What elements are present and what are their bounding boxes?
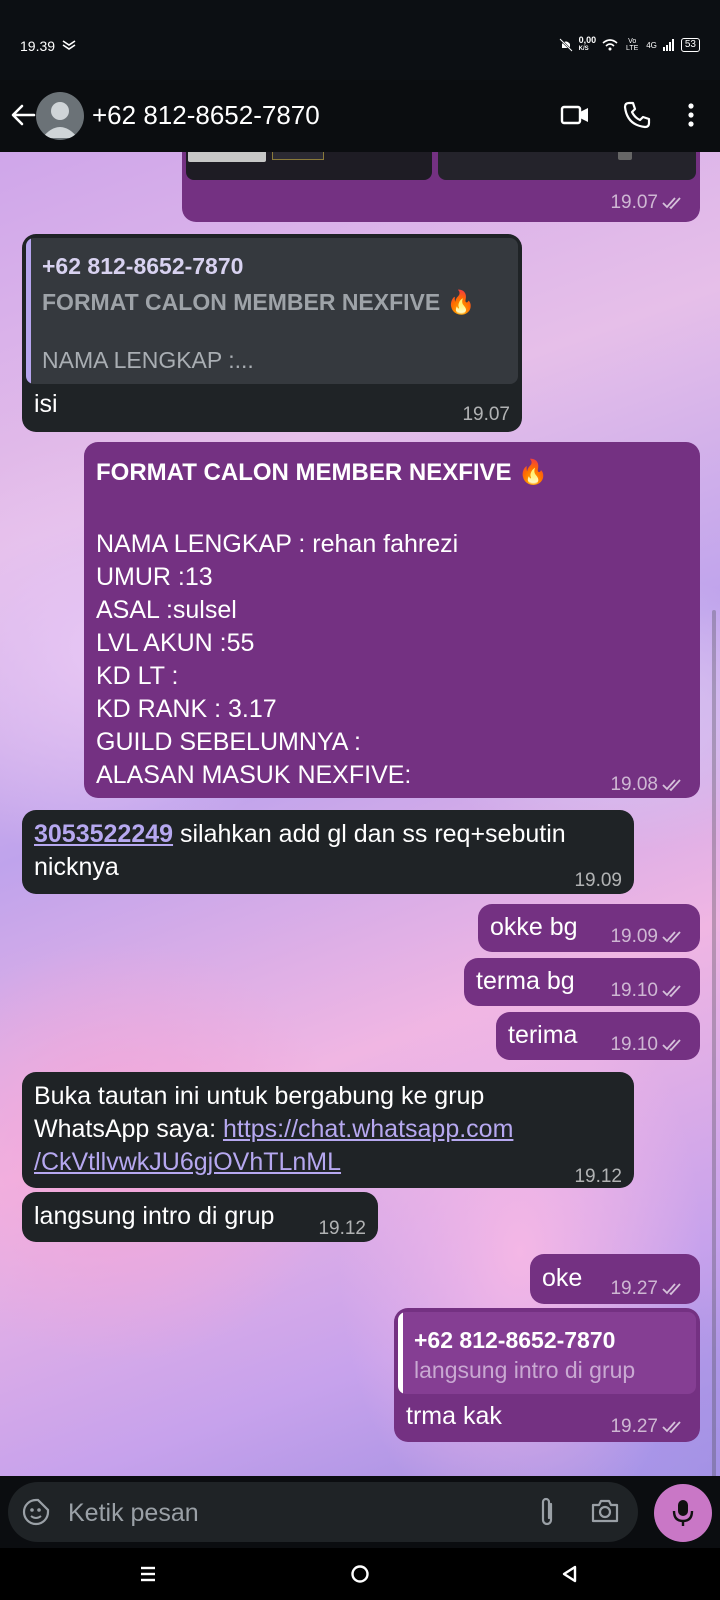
message-text: okke bg xyxy=(490,913,578,941)
quoted-message[interactable]: +62 812-8652-7870 FORMAT CALON MEMBER NE… xyxy=(26,238,518,384)
message-outgoing[interactable]: okke bg 19.09 xyxy=(478,904,700,952)
quote-title: FORMAT CALON MEMBER NEXFIVE 🔥 xyxy=(42,289,476,315)
message-outgoing[interactable]: +62 812-8652-7870 langsung intro di grup… xyxy=(394,1308,700,1442)
message-text: 3053522249 silahkan add gl dan ss req+se… xyxy=(34,820,566,881)
message-outgoing[interactable]: FORMAT CALON MEMBER NEXFIVE 🔥 NAMA LENGK… xyxy=(84,442,700,798)
message-meta: 19.09 xyxy=(610,920,686,953)
message-outgoing[interactable]: oke 19.27 xyxy=(530,1254,700,1304)
mute-icon xyxy=(558,38,573,52)
avatar[interactable] xyxy=(36,92,84,140)
quote-author: +62 812-8652-7870 xyxy=(42,253,244,279)
signal-type: 4G xyxy=(646,40,657,50)
whatsapp-group-link-path[interactable]: /CkVtllvwkJU6gjOVhTLnML xyxy=(34,1148,341,1176)
double-check-icon xyxy=(662,1420,681,1433)
screen-cast-icon xyxy=(62,40,76,50)
phone-number-link[interactable]: 3053522249 xyxy=(34,820,173,848)
message-meta: 19.12 xyxy=(574,1166,622,1187)
double-check-icon xyxy=(662,1038,681,1051)
network-speed: 0,00 K/S xyxy=(578,35,597,53)
home-icon[interactable] xyxy=(350,1564,370,1584)
system-navigation-bar xyxy=(0,1548,720,1600)
camera-icon[interactable] xyxy=(590,1496,620,1526)
form-line: LVL AKUN :55 xyxy=(96,629,255,657)
double-check-icon xyxy=(662,984,681,997)
message-outgoing[interactable]: terma bg 19.10 xyxy=(464,958,700,1006)
message-meta: 19.10 xyxy=(610,974,686,1007)
message-input[interactable]: Ketik pesan xyxy=(68,1499,199,1528)
message-text: Buka tautan ini untuk bergabung ke grup … xyxy=(34,1082,514,1176)
message-body: NAMA LENGKAP : rehan fahrezi UMUR :13 AS… xyxy=(96,528,458,792)
status-time: 19.39 xyxy=(20,38,56,54)
message-meta: 19.07 xyxy=(610,186,686,219)
message-text: terma bg xyxy=(476,967,575,995)
message-incoming[interactable]: 3053522249 silahkan add gl dan ss req+se… xyxy=(22,810,634,894)
chat-header: +62 812-8652-7870 xyxy=(0,80,720,152)
image-thumbnail[interactable] xyxy=(186,152,432,180)
image-thumbnail[interactable] xyxy=(438,152,696,180)
quote-author: +62 812-8652-7870 xyxy=(414,1327,616,1353)
message-meta: 19.27 xyxy=(610,1410,686,1443)
wifi-icon xyxy=(602,39,618,51)
voice-call-icon[interactable] xyxy=(622,100,652,130)
video-call-icon[interactable] xyxy=(560,100,590,130)
double-check-icon xyxy=(662,1282,681,1295)
message-incoming[interactable]: +62 812-8652-7870 FORMAT CALON MEMBER NE… xyxy=(22,234,522,432)
double-check-icon xyxy=(662,930,681,943)
back-arrow-icon[interactable] xyxy=(10,102,36,128)
double-check-icon xyxy=(662,196,681,209)
message-text: oke xyxy=(542,1264,583,1292)
message-text: langsung intro di grup xyxy=(34,1202,275,1230)
message-meta: 19.09 xyxy=(574,870,622,891)
contact-name[interactable]: +62 812-8652-7870 xyxy=(92,100,320,131)
message-text: trma kak xyxy=(406,1402,502,1430)
message-meta: 19.08 xyxy=(610,768,686,801)
recents-icon[interactable] xyxy=(138,1564,158,1584)
message-title: FORMAT CALON MEMBER NEXFIVE 🔥 xyxy=(96,459,549,486)
form-line: ALASAN MASUK NEXFIVE: xyxy=(96,761,412,789)
chat-area[interactable]: 19.07 +62 812-8652-7870 FORMAT CALON MEM… xyxy=(0,152,720,1476)
volte-label: Vo LTE xyxy=(626,38,639,52)
form-line: GUILD SEBELUMNYA : xyxy=(96,728,361,756)
message-meta: 19.07 xyxy=(462,404,510,425)
message-meta: 19.10 xyxy=(610,1028,686,1061)
more-options-icon[interactable] xyxy=(676,100,706,130)
signal-icon xyxy=(662,39,674,51)
double-check-icon xyxy=(662,778,681,791)
form-line: NAMA LENGKAP : rehan fahrezi xyxy=(96,530,459,558)
message-composer: Ketik pesan xyxy=(0,1476,720,1548)
form-line: ASAL :sulsel xyxy=(96,596,237,624)
mic-button[interactable] xyxy=(654,1484,712,1542)
quoted-message[interactable]: +62 812-8652-7870 langsung intro di grup xyxy=(398,1312,696,1394)
back-icon[interactable] xyxy=(560,1564,580,1584)
message-image[interactable]: 19.07 xyxy=(182,152,700,222)
scrollbar[interactable] xyxy=(712,610,716,1476)
message-incoming[interactable]: langsung intro di grup 19.12 xyxy=(22,1192,378,1242)
message-meta: 19.12 xyxy=(318,1218,366,1239)
quote-text: NAMA LENGKAP :... xyxy=(42,347,254,373)
message-text: isi xyxy=(34,390,58,418)
message-input-container[interactable]: Ketik pesan xyxy=(8,1482,638,1542)
message-outgoing[interactable]: terima 19.10 xyxy=(496,1012,700,1060)
mic-icon xyxy=(672,1500,694,1526)
sticker-icon[interactable] xyxy=(22,1498,50,1526)
quote-text: langsung intro di grup xyxy=(414,1357,636,1383)
attach-icon[interactable] xyxy=(536,1496,558,1528)
form-line: UMUR :13 xyxy=(96,563,213,591)
message-incoming[interactable]: Buka tautan ini untuk bergabung ke grup … xyxy=(22,1072,634,1188)
message-text: terima xyxy=(508,1021,578,1049)
message-meta: 19.27 xyxy=(610,1272,686,1305)
whatsapp-group-link[interactable]: https://chat.whatsapp.com xyxy=(223,1115,513,1143)
form-line: KD RANK : 3.17 xyxy=(96,695,277,723)
status-bar: 19.39 0,00 K/S Vo LTE 4G 53 xyxy=(0,0,720,80)
form-line: KD LT : xyxy=(96,662,179,690)
battery-icon: 53 xyxy=(680,38,700,52)
